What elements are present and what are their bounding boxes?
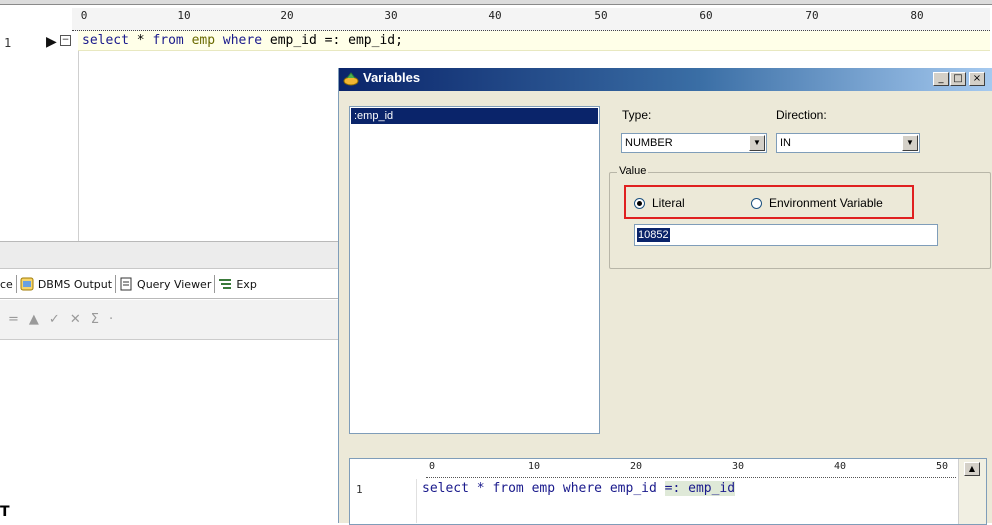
confirm-icon[interactable]: ✓ [49,312,60,327]
maximize-button[interactable]: □ [950,72,966,86]
ruler-number: 50 [935,461,949,472]
move-up-icon[interactable]: ▲ [29,312,39,327]
ruler-number: 40 [488,9,502,22]
code-line[interactable]: select * from emp where emp_id =: emp_id… [78,31,990,51]
tab-separator [214,275,216,293]
tab-partial[interactable]: ce [0,278,13,291]
tab-query-viewer[interactable]: Query Viewer [137,278,211,291]
bottom-panel-tabs: ce DBMS Output Query Viewer Exp [0,270,338,299]
top-border [0,0,992,5]
scroll-up-icon[interactable]: ▲ [964,462,980,476]
ruler-number: 0 [80,9,88,22]
ruler-number: 80 [910,9,924,22]
variable-list[interactable]: :emp_id [349,106,600,434]
editor-gutter [0,31,79,241]
preview-code-highlight: =: emp_id [664,481,736,496]
type-select[interactable]: NUMBER ▼ [621,133,767,153]
sql-preview-pane: 0 10 20 30 40 50 1 select * from emp whe… [349,458,987,525]
value-group-label: Value [617,165,649,177]
collapse-toggle-icon[interactable]: − [60,35,71,46]
ruler-number: 10 [527,461,541,472]
value-input-text: 10852 [637,228,670,242]
literal-radio-label[interactable]: Literal [652,196,685,210]
direction-select[interactable]: IN ▼ [776,133,920,153]
ruler-number: 0 [428,461,436,472]
code-rest: emp_id =: emp_id; [262,33,403,48]
ruler-number: 20 [280,9,294,22]
results-pane [0,341,338,523]
ruler-number: 30 [731,461,745,472]
results-toolbar: = ▲ ✓ ✕ Σ · [0,300,338,340]
code-star: * [128,33,153,48]
panel-splitter[interactable] [0,241,338,269]
ruler-number: 50 [594,9,608,22]
direction-label: Direction: [776,108,827,122]
preview-line-number: 1 [356,483,363,496]
editor-ruler: 0 10 20 30 40 50 60 70 80 [72,8,990,32]
direction-select-value: IN [780,137,791,149]
tab-explain-plan[interactable]: Exp [236,278,256,291]
equals-icon[interactable]: = [8,312,19,327]
preview-ruler: 0 10 20 30 40 50 [426,461,956,478]
type-label: Type: [622,108,652,122]
chevron-down-icon[interactable]: ▼ [902,135,918,151]
environment-variable-radio[interactable] [751,198,762,209]
variables-dialog: Variables _ □ × :emp_id Type: NUMBER ▼ D… [338,68,992,525]
tab-dbms-output[interactable]: DBMS Output [38,278,112,291]
tab-separator [115,275,117,293]
caret-text: T [0,504,10,520]
document-icon [120,277,132,291]
minimize-button[interactable]: _ [933,72,949,86]
line-number: 1 [4,36,12,50]
ruler-number: 60 [699,9,713,22]
environment-variable-radio-label[interactable]: Environment Variable [769,196,883,210]
dialog-titlebar[interactable]: Variables _ □ × [339,68,992,91]
preview-code-text: select * from emp where emp_id [422,481,665,496]
keyword-where: where [222,33,263,48]
code-table-name: emp [183,33,223,48]
variable-list-item[interactable]: :emp_id [351,108,598,124]
preview-scrollbar[interactable]: ▲ [958,459,986,524]
close-button[interactable]: × [969,72,985,86]
dialog-title: Variables [363,70,421,85]
current-line-arrow-icon: ▶ [46,34,57,50]
preview-code-line: select * from emp where emp_id =: emp_id [422,479,956,499]
keyword-from: from [152,33,184,48]
ruler-number: 10 [177,9,191,22]
tab-separator [15,275,17,293]
ruler-number: 30 [384,9,398,22]
ruler-number: 70 [805,9,819,22]
sum-icon[interactable]: Σ [91,312,99,327]
keyword-select: select [82,33,129,48]
ruler-number: 20 [629,461,643,472]
dbms-output-icon [20,277,34,291]
chevron-down-icon[interactable]: ▼ [749,135,765,151]
cancel-icon[interactable]: ✕ [70,312,81,327]
explain-plan-icon [219,279,232,289]
literal-radio[interactable] [634,198,645,209]
type-select-value: NUMBER [625,137,673,149]
ruler-number: 40 [833,461,847,472]
value-input[interactable]: 10852 [634,224,938,246]
variables-app-icon [343,72,359,86]
dropdown-dot-icon[interactable]: · [109,312,113,327]
